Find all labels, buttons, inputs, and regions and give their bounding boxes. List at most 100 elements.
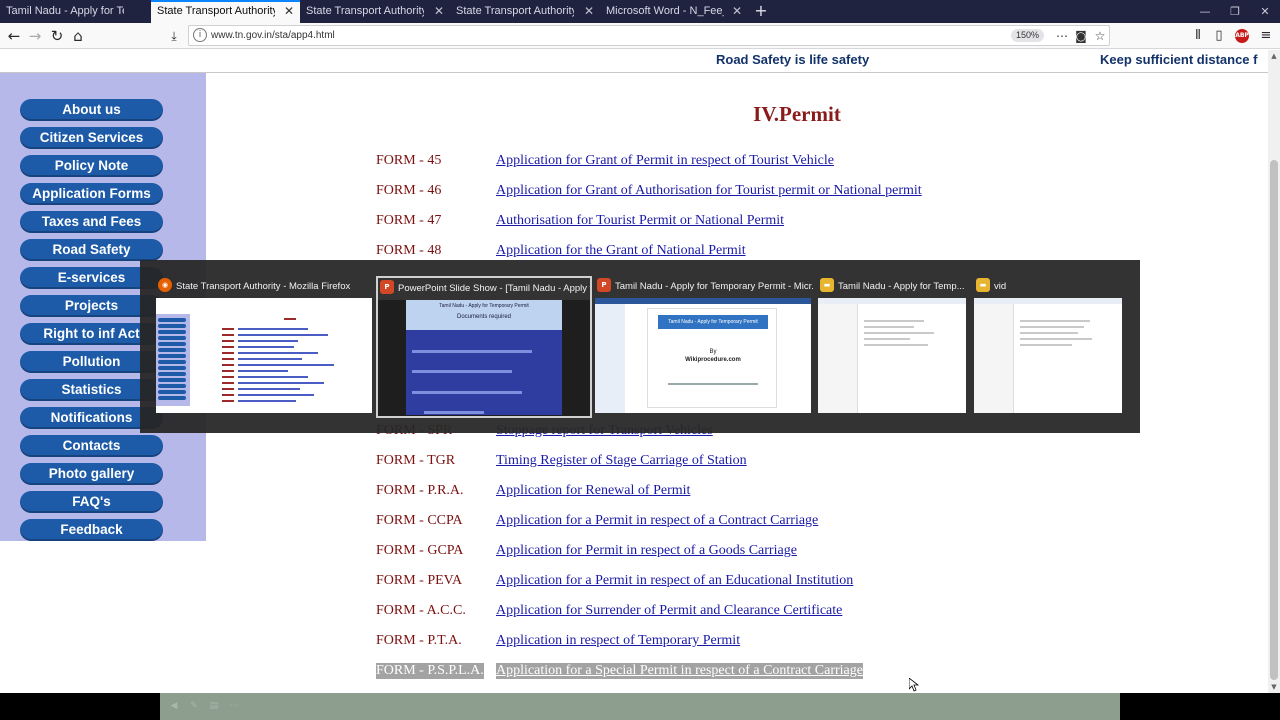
form-code: FORM - P.S.P.L.A. (376, 663, 484, 679)
form-code: FORM - 48 (376, 243, 442, 258)
form-code: FORM - TGR (376, 453, 456, 468)
sidebar-item-contacts[interactable]: Contacts (20, 435, 163, 457)
form-code: FORM - P.T.A. (376, 633, 462, 648)
taskbar: ◀ ✎ ▤ ⋯ (0, 693, 1280, 720)
marquee-text: Road Safety is life safety (716, 52, 870, 67)
page-actions-icon[interactable]: ⋯ (1053, 27, 1071, 45)
form-link[interactable]: Application for Renewal of Permit (496, 483, 690, 499)
window-thumbnail (974, 298, 1122, 413)
mouse-cursor-icon (909, 678, 919, 692)
slide-panel (595, 304, 625, 413)
window-thumbnail: Tamil Nadu - Apply for Temporary Permit … (595, 298, 811, 413)
form-link[interactable]: Timing Register of Stage Carriage of Sta… (496, 453, 747, 469)
tab-strip: Tamil Nadu - Apply for Temporary State T… (0, 0, 1280, 23)
new-tab-button[interactable]: + (750, 0, 772, 23)
form-link[interactable]: Application for the Grant of National Pe… (496, 243, 746, 259)
scroll-up-icon[interactable]: ▲ (1268, 50, 1280, 62)
task-switcher: ◉ State Transport Authority - Mozilla Fi… (140, 260, 1140, 433)
form-code: FORM - PEVA (376, 573, 463, 588)
form-row: FORM - P.R.A. Application for Renewal of… (376, 483, 936, 501)
slide-box: Tamil Nadu - Apply for Temporary Permit … (406, 300, 562, 415)
sidebar-item-taxes-and-fees[interactable]: Taxes and Fees (20, 211, 163, 233)
tab-state-transport-3[interactable]: State Transport Authority ✕ (450, 0, 600, 23)
close-icon[interactable]: ✕ (732, 0, 742, 23)
sidebar-icon[interactable]: ▯ (1209, 26, 1229, 46)
previous-icon[interactable]: ◀ (168, 700, 180, 712)
switcher-item-folder[interactable]: ▬ Tamil Nadu - Apply for Temp... (818, 276, 968, 418)
sidebar-item-application-forms[interactable]: Application Forms (20, 183, 163, 205)
form-row: FORM - CCPA Application for a Permit in … (376, 513, 936, 531)
scroll-thumb[interactable] (1270, 160, 1278, 680)
form-row: FORM - PEVA Application for a Permit in … (376, 573, 936, 591)
switcher-item-powerpoint[interactable]: P Tamil Nadu - Apply for Temporary Permi… (595, 276, 813, 418)
form-link[interactable]: Authorisation for Tourist Permit or Nati… (496, 213, 784, 229)
adblock-icon[interactable]: ABP (1235, 29, 1249, 43)
sidebar-item-road-safety[interactable]: Road Safety (20, 239, 163, 261)
library-icon[interactable]: ⫴ (1188, 26, 1208, 46)
ribbon (595, 298, 811, 304)
form-link[interactable]: Application for Surrender of Permit and … (496, 603, 842, 619)
sidebar-item-photo-gallery[interactable]: Photo gallery (20, 463, 163, 485)
url-text[interactable]: www.tn.gov.in/sta/app4.html (211, 26, 335, 45)
more-icon[interactable]: ⋯ (228, 700, 240, 712)
switcher-item-slideshow[interactable]: P PowerPoint Slide Show - [Tamil Nadu - … (376, 276, 592, 418)
tab-state-transport-active[interactable]: State Transport Authority ✕ (151, 0, 300, 23)
home-icon[interactable]: ⌂ (67, 25, 89, 47)
zoom-level-badge[interactable]: 150% (1011, 29, 1045, 42)
sidebar-item-faqs[interactable]: FAQ's (20, 491, 163, 513)
slides-icon[interactable]: ▤ (208, 700, 220, 712)
close-icon[interactable]: ✕ (434, 0, 444, 23)
url-bar[interactable]: i www.tn.gov.in/sta/app4.html 150% ⋯ ◙ ☆ (188, 25, 1110, 46)
form-row: FORM - GCPA Application for Permit in re… (376, 543, 936, 561)
back-icon[interactable]: ← (3, 25, 25, 47)
form-link[interactable]: Application for a Permit in respect of a… (496, 573, 853, 589)
switcher-item-vid[interactable]: ▬ vid (974, 276, 1124, 418)
scroll-down-icon[interactable]: ▼ (1268, 681, 1280, 693)
minimize-icon[interactable]: — (1190, 0, 1220, 23)
reload-icon[interactable]: ↻ (46, 25, 68, 47)
slide-bullets (412, 330, 556, 416)
sidebar-item-feedback[interactable]: Feedback (20, 519, 163, 541)
form-link[interactable]: Application for Permit in respect of a G… (496, 543, 797, 559)
switcher-item-title: PowerPoint Slide Show - [Tamil Nadu - Ap… (398, 283, 590, 294)
pocket-icon[interactable]: ◙ (1072, 27, 1090, 45)
vertical-scrollbar[interactable]: ▲ ▼ (1268, 50, 1280, 693)
bookmark-star-icon[interactable]: ☆ (1091, 27, 1109, 45)
restore-icon[interactable]: ❐ (1220, 0, 1250, 23)
tab-title: Microsoft Word - N_Fee_Struc - N (606, 5, 724, 17)
sidebar-item-citizen-services[interactable]: Citizen Services (20, 127, 163, 149)
page-title: IV.Permit (753, 102, 841, 126)
form-row: FORM - 45 Application for Grant of Permi… (376, 153, 936, 171)
form-link[interactable]: Application for Grant of Authorisation f… (496, 183, 922, 199)
slide-canvas: Tamil Nadu - Apply for Temporary Permit … (647, 308, 777, 408)
switcher-item-firefox[interactable]: ◉ State Transport Authority - Mozilla Fi… (156, 276, 374, 418)
close-icon[interactable]: ✕ (584, 0, 594, 23)
menu-icon[interactable]: ≡ (1256, 26, 1276, 46)
form-code: FORM - A.C.C. (376, 603, 466, 618)
info-icon[interactable]: i (193, 28, 207, 42)
slide-banner: Tamil Nadu - Apply for Temporary Permit (658, 315, 768, 329)
form-link[interactable]: Application for Grant of Permit in respe… (496, 153, 834, 169)
form-row: FORM - 46 Application for Grant of Autho… (376, 183, 936, 201)
form-link[interactable]: Application for a Special Permit in resp… (496, 663, 863, 679)
form-row: FORM - P.T.A. Application in respect of … (376, 633, 936, 651)
marquee-banner: Road Safety is life safety Keep sufficie… (0, 50, 1268, 73)
slide-site: Wikiprocedure.com (685, 357, 741, 363)
download-icon[interactable]: ⤓ (163, 25, 185, 47)
sidebar-item-policy-note[interactable]: Policy Note (20, 155, 163, 177)
sidebar-item-about-us[interactable]: About us (20, 99, 163, 121)
forward-icon[interactable]: → (24, 25, 46, 47)
tab-state-transport-2[interactable]: State Transport Authority ✕ (300, 0, 450, 23)
form-link[interactable]: Application for a Permit in respect of a… (496, 513, 818, 529)
tab-apply-temporary[interactable]: Tamil Nadu - Apply for Temporary (0, 0, 152, 23)
close-icon[interactable]: ✕ (284, 2, 294, 21)
close-window-icon[interactable]: ✕ (1250, 0, 1280, 23)
form-code: FORM - 46 (376, 183, 442, 198)
tab-title: Tamil Nadu - Apply for Temporary (6, 5, 124, 17)
pen-icon[interactable]: ✎ (188, 700, 200, 712)
form-code: FORM - P.R.A. (376, 483, 464, 498)
form-link[interactable]: Application in respect of Temporary Perm… (496, 633, 740, 649)
tab-title: State Transport Authority (456, 5, 574, 17)
tab-microsoft-word[interactable]: Microsoft Word - N_Fee_Struc - N ✕ (600, 0, 748, 23)
form-row-selected: FORM - P.S.P.L.A. Application for a Spec… (376, 663, 936, 681)
